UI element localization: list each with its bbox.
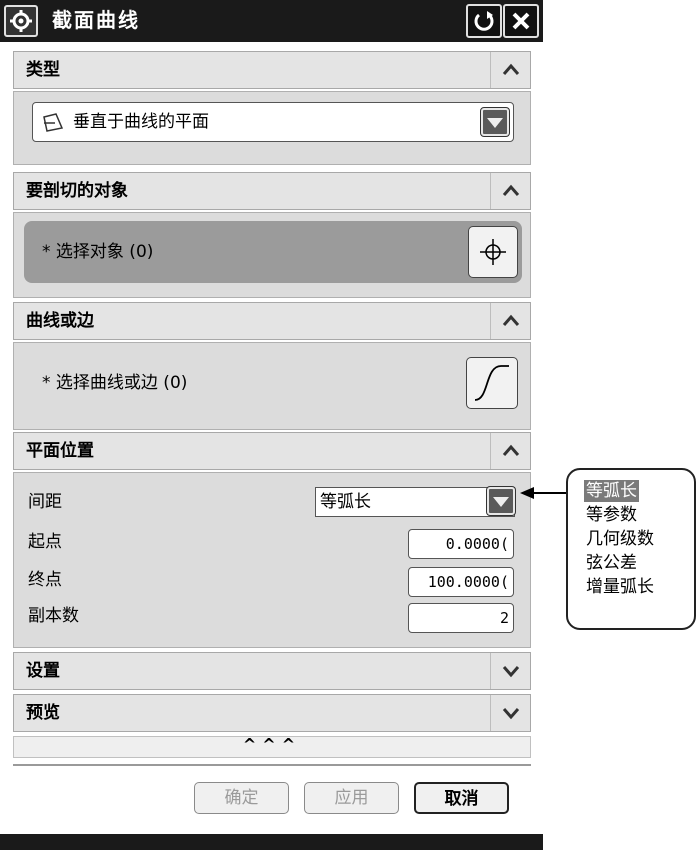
spacing-options-callout: 等弧长 等参数 几何级数 弦公差 增量弧长 [566, 468, 696, 630]
type-section-body: 垂直于曲线的平面 [13, 91, 531, 165]
reset-button[interactable] [466, 4, 502, 38]
close-button[interactable] [503, 4, 539, 38]
settings-section-label: 设置 [26, 661, 60, 681]
start-label: 起点 [28, 532, 62, 552]
cancel-button[interactable]: 取消 [414, 782, 509, 814]
select-object-row[interactable]: * 选择对象 (0) [24, 221, 522, 283]
plane-location-section-body: 间距 等弧长 起点 0.0000( 终点 100.0000( 副本数 2 [13, 472, 531, 648]
chevron-up-icon[interactable] [490, 303, 530, 339]
type-section-label: 类型 [26, 60, 60, 80]
chevron-down-icon[interactable] [481, 108, 509, 136]
apply-button[interactable]: 应用 [304, 782, 399, 814]
bottom-bar [0, 834, 543, 850]
objects-section-header[interactable]: 要剖切的对象 [13, 172, 531, 210]
select-curve-row[interactable]: * 选择曲线或边 (0) [24, 351, 522, 415]
end-label: 终点 [28, 570, 62, 590]
spacing-dropdown-value: 等弧长 [320, 492, 371, 512]
chevron-up-icon[interactable] [490, 433, 530, 469]
spacing-option[interactable]: 等弧长 [584, 480, 639, 502]
type-section-header[interactable]: 类型 [13, 51, 531, 89]
select-curve-button[interactable] [466, 357, 518, 409]
type-dropdown[interactable]: 垂直于曲线的平面 [32, 102, 514, 142]
copies-field[interactable]: 2 [408, 603, 514, 633]
chevron-down-icon[interactable] [487, 487, 515, 515]
close-icon [512, 12, 530, 30]
spacing-option[interactable]: 弦公差 [584, 552, 639, 574]
objects-section-body: * 选择对象 (0) [13, 212, 531, 298]
preview-section-header[interactable]: 预览 [13, 694, 531, 732]
chevron-up-icon[interactable] [490, 173, 530, 209]
dialog-title: 截面曲线 [52, 8, 140, 32]
curves-section-header[interactable]: 曲线或边 [13, 302, 531, 340]
plane-icon [43, 113, 64, 132]
select-object-button[interactable] [468, 226, 518, 278]
chevron-up-icon[interactable] [490, 52, 530, 88]
title-bar: 截面曲线 [0, 0, 543, 42]
section-curve-dialog: 截面曲线 类型 垂直于曲线的平面 要剖切的对象 * 选择对象 (0) 曲线或边 … [0, 0, 543, 850]
gear-icon[interactable] [4, 5, 38, 37]
arrow-left-icon [520, 487, 534, 499]
spacing-label: 间距 [28, 492, 62, 512]
settings-section-header[interactable]: 设置 [13, 652, 531, 690]
start-field[interactable]: 0.0000( [408, 529, 514, 559]
end-field[interactable]: 100.0000( [408, 567, 514, 597]
objects-section-label: 要剖切的对象 [26, 181, 128, 201]
preview-section-label: 预览 [26, 703, 60, 723]
curves-section-body: * 选择曲线或边 (0) [13, 342, 531, 430]
divider [13, 764, 531, 766]
spacing-option[interactable]: 增量弧长 [584, 576, 656, 598]
copies-label: 副本数 [28, 606, 79, 626]
select-object-label: * 选择对象 (0) [42, 242, 154, 262]
curve-icon [474, 365, 509, 401]
reset-icon [474, 11, 494, 31]
chevron-down-icon[interactable] [490, 653, 530, 689]
plane-location-section-header[interactable]: 平面位置 [13, 432, 531, 470]
type-dropdown-value: 垂直于曲线的平面 [73, 112, 209, 132]
spacing-dropdown[interactable]: 等弧长 [315, 487, 515, 517]
more-options-arrows: ^^^ [242, 735, 302, 754]
crosshair-icon [480, 239, 506, 265]
select-curve-label: * 选择曲线或边 (0) [42, 373, 188, 393]
curves-section-label: 曲线或边 [26, 311, 94, 331]
spacing-option[interactable]: 等参数 [584, 504, 639, 526]
plane-location-section-label: 平面位置 [26, 441, 94, 461]
chevron-down-icon[interactable] [490, 695, 530, 731]
ok-button[interactable]: 确定 [194, 782, 289, 814]
spacing-option[interactable]: 几何级数 [584, 528, 656, 550]
more-options-strip[interactable]: ^^^ [13, 735, 531, 758]
